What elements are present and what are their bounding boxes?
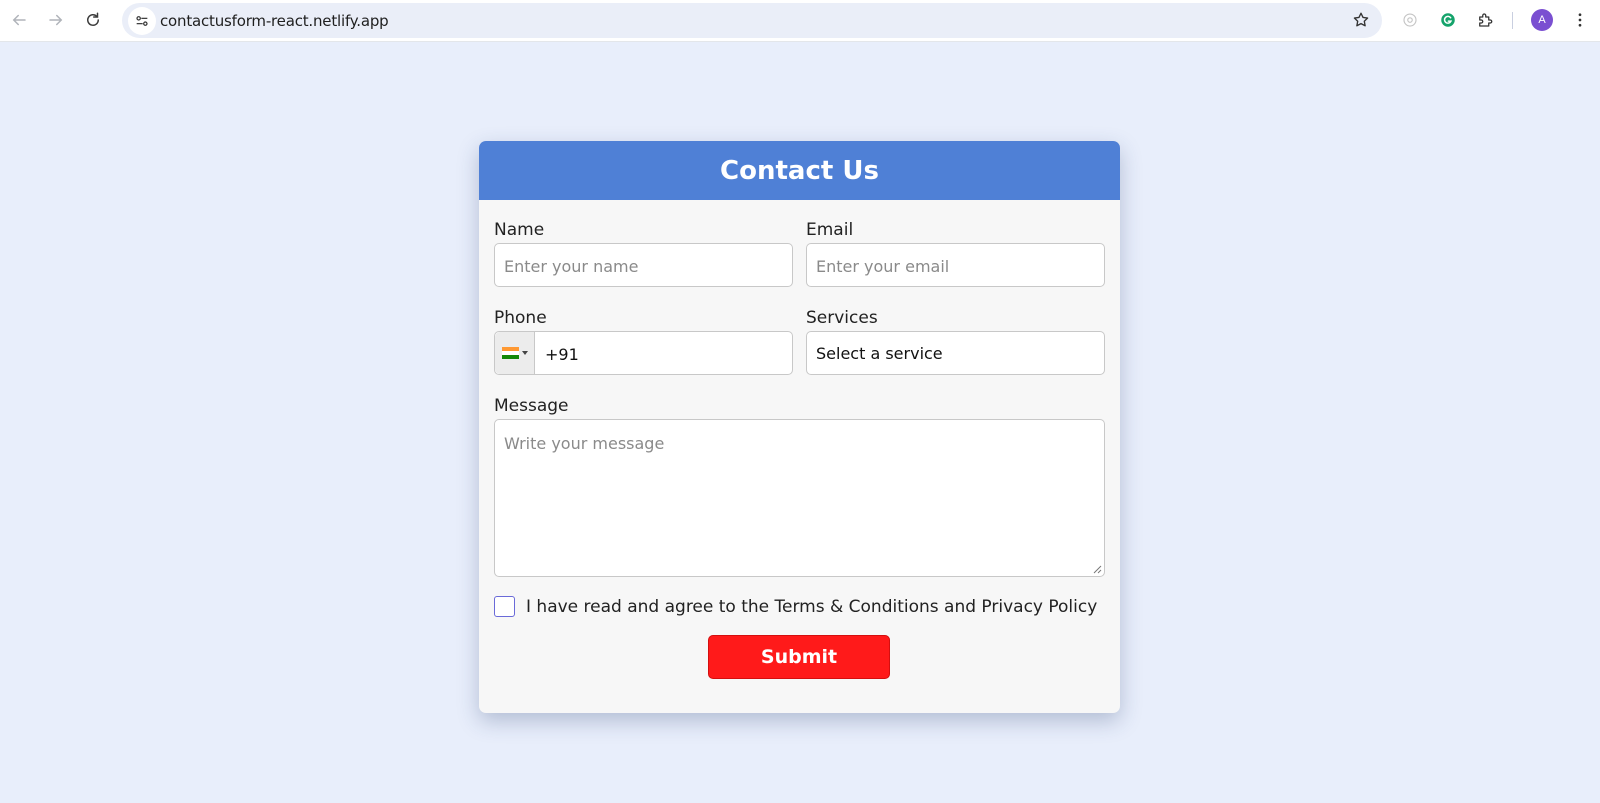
form-header: Contact Us (479, 141, 1120, 200)
chevron-down-icon (521, 351, 528, 355)
email-input[interactable]: Enter your email (806, 243, 1105, 287)
reload-icon[interactable] (79, 6, 107, 34)
puzzle-icon[interactable] (1471, 6, 1499, 34)
message-label: Message (494, 396, 569, 416)
name-input[interactable]: Enter your name (494, 243, 793, 287)
services-select[interactable]: Select a service (806, 331, 1105, 375)
message-placeholder: Write your message (504, 434, 665, 453)
message-textarea[interactable]: Write your message (494, 419, 1105, 577)
profile-avatar[interactable]: A (1531, 9, 1553, 31)
agree-text: I have read and agree to the Terms & Con… (526, 597, 1098, 617)
back-icon[interactable] (5, 6, 33, 34)
name-placeholder: Enter your name (504, 257, 639, 276)
forward-icon[interactable] (42, 6, 70, 34)
contact-form-card: Contact Us Name Enter your name Email En… (479, 141, 1120, 713)
phone-label: Phone (494, 308, 547, 328)
services-label: Services (806, 308, 878, 328)
form-title: Contact Us (720, 155, 879, 186)
browser-toolbar: contactusform-react.netlify.app A (0, 0, 1600, 42)
resize-grip-icon[interactable] (1093, 565, 1102, 574)
phone-value: +91 (545, 345, 579, 364)
agree-checkbox[interactable] (494, 596, 515, 617)
site-info-icon[interactable] (128, 7, 156, 35)
email-placeholder: Enter your email (816, 257, 950, 276)
submit-button[interactable]: Submit (708, 635, 890, 679)
bookmark-star-icon[interactable] (1350, 9, 1372, 31)
menu-kebab-icon[interactable] (1566, 6, 1594, 34)
country-selector[interactable] (495, 332, 535, 374)
grammarly-icon[interactable] (1434, 6, 1462, 34)
india-flag-icon (501, 347, 519, 359)
email-label: Email (806, 220, 854, 240)
extension-icon[interactable] (1396, 6, 1424, 34)
address-bar[interactable]: contactusform-react.netlify.app (122, 3, 1382, 38)
toolbar-separator (1512, 12, 1513, 29)
name-label: Name (494, 220, 545, 240)
services-selected: Select a service (816, 344, 943, 363)
phone-input[interactable]: +91 (494, 331, 793, 375)
url-text[interactable]: contactusform-react.netlify.app (160, 12, 389, 30)
